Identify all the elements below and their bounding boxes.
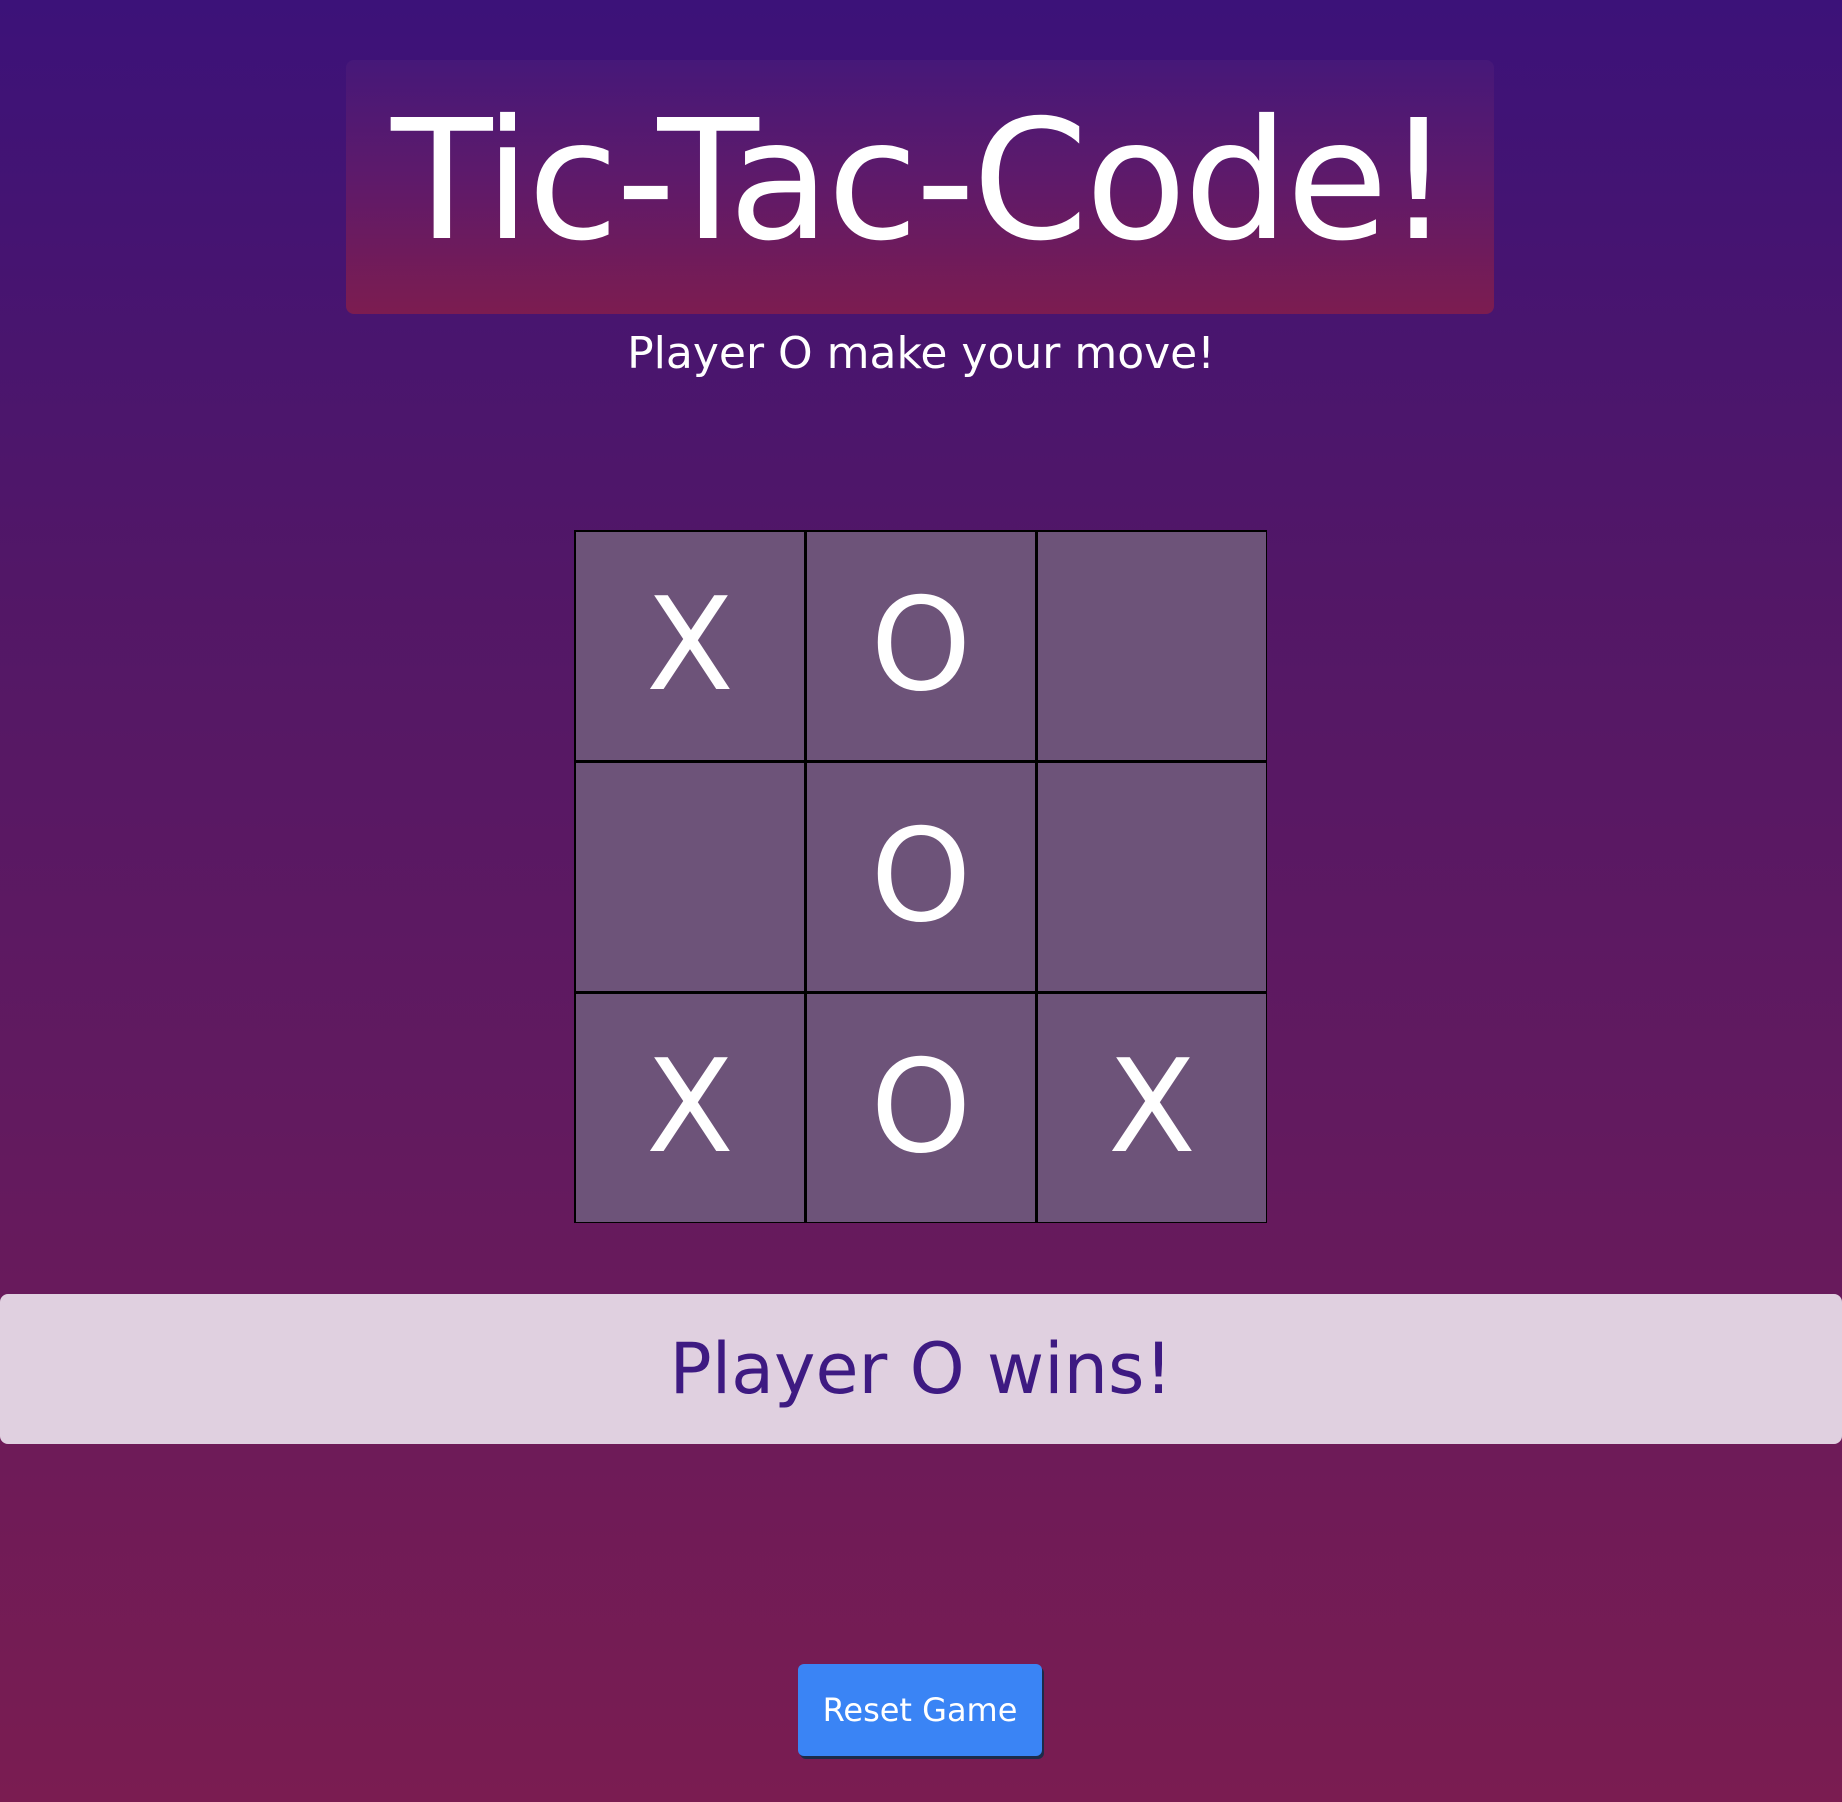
board-cell-3[interactable] [1038,532,1266,760]
board-cell-1[interactable]: X [576,532,804,760]
board-cell-2[interactable]: O [807,532,1035,760]
board-cell-6[interactable] [1038,763,1266,991]
board-cell-4[interactable] [576,763,804,991]
turn-indicator: Player O make your move! [627,328,1215,379]
board-cell-8[interactable]: O [807,994,1035,1222]
winner-banner: Player O wins! [0,1294,1842,1444]
winner-message: Player O wins! [669,1328,1173,1410]
board-cell-5[interactable]: O [807,763,1035,991]
board-cell-9[interactable]: X [1038,994,1266,1222]
game-board: X O O X O X [574,530,1267,1223]
board-cell-7[interactable]: X [576,994,804,1222]
reset-game-button[interactable]: Reset Game [798,1664,1042,1756]
page-title: Tic-Tac-Code! [391,85,1452,278]
title-banner: Tic-Tac-Code! [346,60,1494,314]
